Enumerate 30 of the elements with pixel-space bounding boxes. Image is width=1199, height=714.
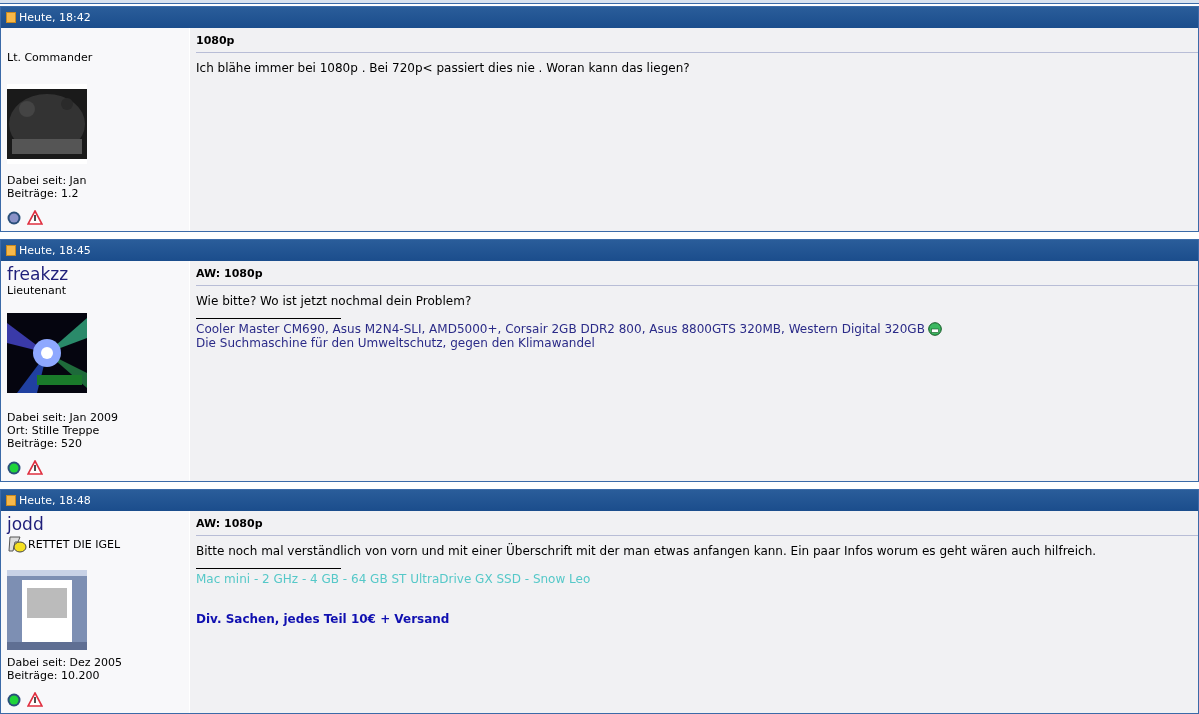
post-timestamp: Heute, 18:48 — [19, 494, 91, 507]
post-timestamp: Heute, 18:42 — [19, 11, 91, 24]
signature-link[interactable]: Cooler Master CM690, Asus M2N4-SLI, AMD5000+, Corsair 2GB DDR2 800, Asus 8800GTS 320MB, Western Digital 320GB — [196, 322, 925, 336]
post-text: Wie bitte? Wo ist jetzt nochmal dein Problem? — [196, 294, 473, 308]
warning-icon[interactable] — [27, 692, 43, 707]
post-icon — [6, 12, 16, 23]
post-timestamp: Heute, 18:45 — [19, 244, 91, 257]
user-rank: Lt. Commander — [7, 51, 93, 64]
signature-link[interactable]: Div. Sachen, jedes Teil 10€ + Versand — [196, 612, 450, 626]
warning-icon[interactable] — [27, 210, 43, 225]
user-stat: Beiträge: 1.2 — [7, 187, 80, 200]
user-stat: Dabei seit: Jan — [7, 174, 88, 187]
user-rank: Lieutenant — [7, 284, 66, 297]
post-title: 1080p — [196, 34, 1198, 53]
post-text: Bitte noch mal verständlich von vorn und mit einer Überschrift mit der man etwas anfangen kann. Ein paar Infos worum es geht wären auch hilfreich. — [196, 544, 1098, 558]
warning-icon[interactable] — [27, 460, 43, 475]
username[interactable]: jodd — [7, 515, 189, 534]
username[interactable]: freakzz — [7, 265, 189, 284]
user-stat: Beiträge: 520 — [7, 437, 83, 450]
user-stat: Dabei seit: Jan 2009 — [7, 411, 120, 424]
signature-link[interactable]: Die Suchmaschine für den Umweltschutz, gegen den Klimawandel — [196, 336, 595, 350]
user-stat: Beiträge: 10.200 — [7, 669, 101, 682]
post-title: AW: 1080p — [196, 517, 1198, 536]
user-rank: RETTET DIE IGEL — [28, 537, 120, 551]
post-text: Ich blähe immer bei 1080p . Bei 720p< passiert dies nie . Woran kann das liegen? — [196, 61, 691, 75]
user-stat: Ort: Stille Treppe — [7, 424, 101, 437]
post-title: AW: 1080p — [196, 267, 1198, 286]
user-stat: Dabei seit: Dez 2005 — [7, 656, 124, 669]
post-icon — [6, 245, 16, 256]
post-icon — [6, 495, 16, 506]
